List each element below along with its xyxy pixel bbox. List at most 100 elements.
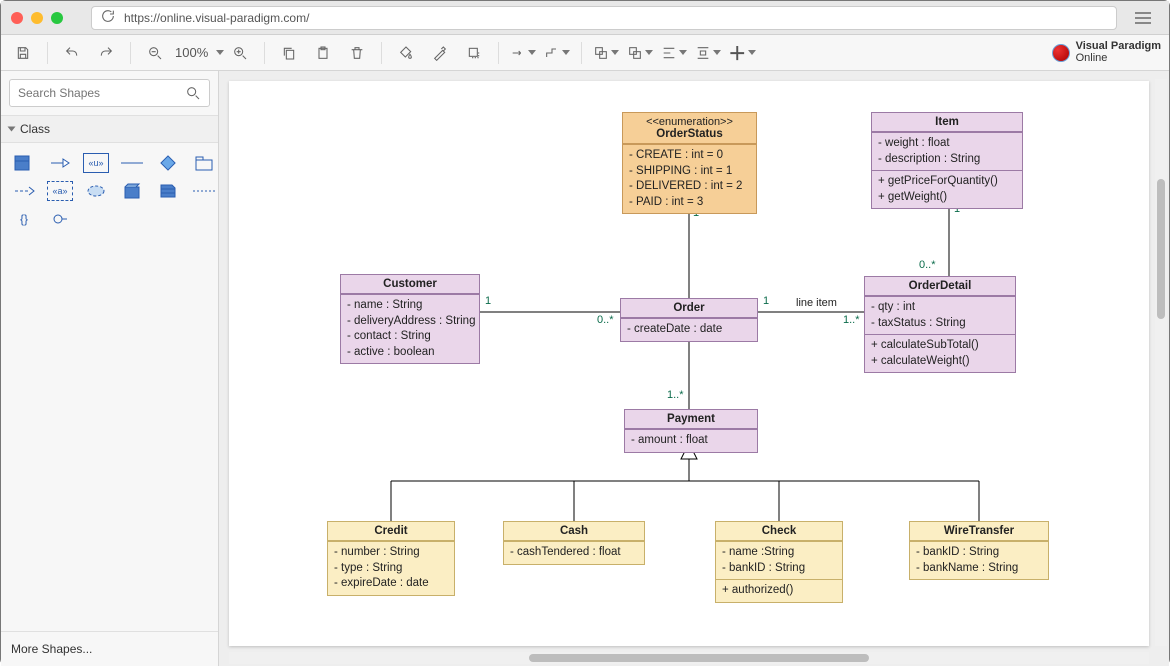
palette-note[interactable] bbox=[155, 181, 181, 201]
mult-order-side-cust: 0..* bbox=[597, 314, 614, 326]
op: + authorized() bbox=[722, 583, 836, 599]
to-front-button[interactable] bbox=[592, 40, 620, 66]
to-back-button[interactable] bbox=[626, 40, 654, 66]
attr: - bankName : String bbox=[916, 561, 1042, 577]
copy-button[interactable] bbox=[275, 40, 303, 66]
class-item[interactable]: Item - weight : float - description : St… bbox=[871, 112, 1023, 209]
role-line-item: line item bbox=[796, 297, 837, 309]
attr: - weight : float bbox=[878, 136, 1016, 152]
op: + calculateSubTotal() bbox=[871, 338, 1009, 354]
mult-detail-side-item: 0..* bbox=[919, 259, 936, 271]
waypoint-style-button[interactable] bbox=[543, 40, 571, 66]
category-class[interactable]: Class bbox=[1, 115, 218, 143]
palette-model[interactable] bbox=[119, 181, 145, 201]
more-shapes-link[interactable]: More Shapes... bbox=[1, 631, 218, 666]
mult-order-side-detail: 1 bbox=[763, 295, 769, 307]
collapse-icon bbox=[8, 127, 16, 132]
search-shapes-box[interactable] bbox=[9, 79, 210, 107]
browser-menu-button[interactable] bbox=[1135, 6, 1159, 30]
palette-generalization[interactable] bbox=[47, 153, 73, 173]
stereotype-label: <<enumeration>> bbox=[629, 116, 750, 128]
diagram-canvas[interactable]: 1 0..* 1 1 1..* line item 0..* 1 1..* <<… bbox=[229, 81, 1149, 646]
brand-line2: Online bbox=[1076, 52, 1108, 64]
line-color-button[interactable] bbox=[426, 40, 454, 66]
attr: - qty : int bbox=[871, 300, 1009, 316]
zoom-percent[interactable]: 100% bbox=[171, 45, 212, 60]
scrollbar-thumb[interactable] bbox=[529, 654, 869, 662]
class-wiretransfer[interactable]: WireTransfer - bankID : String - bankNam… bbox=[909, 521, 1049, 580]
class-customer[interactable]: Customer - name : String - deliveryAddre… bbox=[340, 274, 480, 364]
save-button[interactable] bbox=[9, 40, 37, 66]
palette-interface[interactable] bbox=[47, 209, 73, 229]
palette-package[interactable] bbox=[191, 153, 217, 173]
horizontal-scrollbar[interactable] bbox=[229, 652, 1149, 664]
palette-constraint[interactable]: {} bbox=[11, 209, 37, 229]
attr: - bankID : String bbox=[916, 545, 1042, 561]
class-name: Item bbox=[935, 116, 959, 128]
palette-usage[interactable]: «u» bbox=[83, 153, 109, 173]
op: + getPriceForQuantity() bbox=[878, 174, 1016, 190]
mult-customer-side: 1 bbox=[485, 295, 491, 307]
class-name: WireTransfer bbox=[944, 525, 1014, 537]
connector-style-button[interactable] bbox=[509, 40, 537, 66]
attr: - description : String bbox=[878, 152, 1016, 168]
zoom-in-button[interactable] bbox=[226, 40, 254, 66]
class-credit[interactable]: Credit - number : String - type : String… bbox=[327, 521, 455, 596]
palette-collaboration[interactable] bbox=[83, 181, 109, 201]
palette-association[interactable] bbox=[119, 153, 145, 173]
align-button[interactable] bbox=[660, 40, 688, 66]
class-name: Credit bbox=[374, 525, 407, 537]
attr: - createDate : date bbox=[627, 322, 751, 338]
class-check[interactable]: Check - name :String - bankID : String +… bbox=[715, 521, 843, 603]
maximize-window-button[interactable] bbox=[51, 12, 63, 24]
minimize-window-button[interactable] bbox=[31, 12, 43, 24]
class-name: OrderStatus bbox=[656, 128, 722, 140]
brand-logo-icon bbox=[1052, 44, 1070, 62]
delete-button[interactable] bbox=[343, 40, 371, 66]
class-orderstatus[interactable]: <<enumeration>>OrderStatus - CREATE : in… bbox=[622, 112, 757, 214]
search-icon bbox=[185, 85, 201, 101]
redo-button[interactable] bbox=[92, 40, 120, 66]
class-cash[interactable]: Cash - cashTendered : float bbox=[503, 521, 645, 565]
class-name: Customer bbox=[383, 278, 437, 290]
palette-class-shape[interactable] bbox=[11, 153, 37, 173]
add-button[interactable]: ＋ bbox=[728, 40, 756, 66]
zoom-out-button[interactable] bbox=[141, 40, 169, 66]
class-name: Check bbox=[762, 525, 797, 537]
attr: - taxStatus : String bbox=[871, 316, 1009, 332]
search-shapes-input[interactable] bbox=[18, 86, 185, 100]
palette-dependency[interactable] bbox=[11, 181, 37, 201]
class-name: Order bbox=[673, 302, 704, 314]
scrollbar-thumb[interactable] bbox=[1157, 179, 1165, 319]
zoom-dropdown-icon[interactable] bbox=[216, 50, 224, 55]
address-bar[interactable]: https://online.visual-paradigm.com/ bbox=[91, 6, 1117, 30]
palette-decision[interactable] bbox=[155, 153, 181, 173]
distribute-button[interactable] bbox=[694, 40, 722, 66]
url-text: https://online.visual-paradigm.com/ bbox=[124, 11, 309, 25]
op: + getWeight() bbox=[878, 190, 1016, 206]
shadow-button[interactable] bbox=[460, 40, 488, 66]
class-orderdetail[interactable]: OrderDetail - qty : int - taxStatus : St… bbox=[864, 276, 1016, 373]
class-payment[interactable]: Payment - amount : float bbox=[624, 409, 758, 453]
close-window-button[interactable] bbox=[11, 12, 23, 24]
attr: - bankID : String bbox=[722, 561, 836, 577]
category-label: Class bbox=[20, 122, 50, 136]
attr: - CREATE : int = 0 bbox=[629, 148, 750, 164]
zoom-controls: 100% bbox=[141, 40, 254, 66]
attr: - number : String bbox=[334, 545, 448, 561]
shape-palette: «u» «a» {} bbox=[1, 143, 218, 239]
fill-color-button[interactable] bbox=[392, 40, 420, 66]
class-name: Cash bbox=[560, 525, 588, 537]
product-brand[interactable]: Visual ParadigmOnline bbox=[1052, 41, 1161, 64]
undo-button[interactable] bbox=[58, 40, 86, 66]
reload-icon[interactable] bbox=[100, 8, 116, 27]
class-name: OrderDetail bbox=[909, 280, 972, 292]
palette-abstraction[interactable]: «a» bbox=[47, 181, 73, 201]
vertical-scrollbar[interactable] bbox=[1155, 79, 1167, 646]
palette-anchor[interactable] bbox=[191, 181, 217, 201]
attr: - PAID : int = 3 bbox=[629, 195, 750, 211]
class-order[interactable]: Order - createDate : date bbox=[620, 298, 758, 342]
app-toolbar: 100% ＋ Visual bbox=[1, 35, 1169, 71]
paste-button[interactable] bbox=[309, 40, 337, 66]
attr: - deliveryAddress : String bbox=[347, 314, 473, 330]
